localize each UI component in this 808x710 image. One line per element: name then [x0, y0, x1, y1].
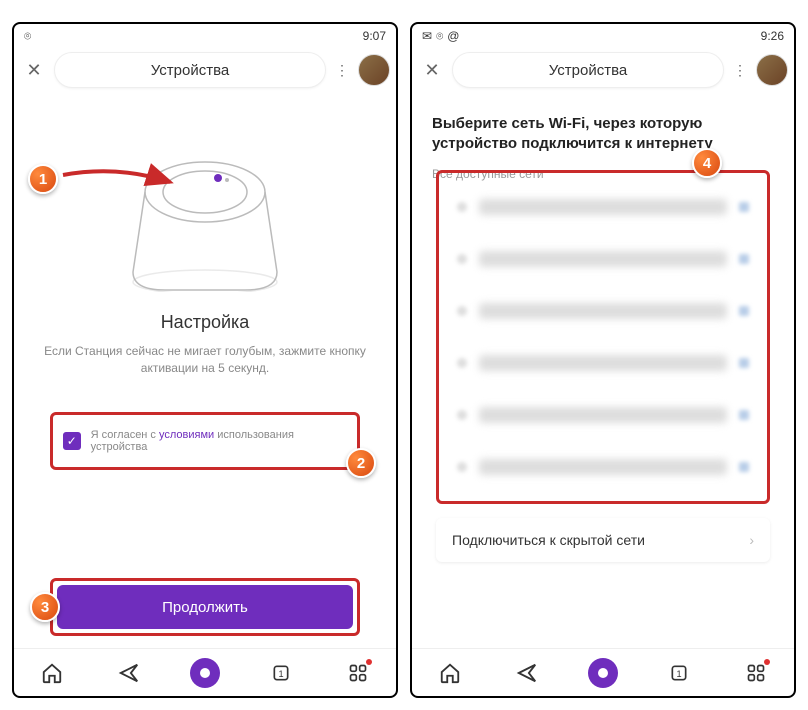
wifi-network-row[interactable]	[439, 337, 767, 389]
lock-icon	[739, 202, 749, 212]
hidden-network-label: Подключиться к скрытой сети	[452, 532, 645, 548]
lock-icon	[739, 254, 749, 264]
lock-icon	[739, 306, 749, 316]
statusbar-time: 9:26	[761, 29, 784, 43]
statusbar-time: 9:07	[363, 29, 386, 43]
wifi-heading: Выберите сеть Wi-Fi, через которую устро…	[432, 106, 774, 161]
arrow-icon	[58, 160, 178, 200]
wifi-network-row[interactable]	[439, 181, 767, 233]
header: ✕ Устройства ⋮	[14, 48, 396, 92]
continue-button[interactable]: Продолжить	[57, 585, 353, 629]
nav-services[interactable]	[740, 657, 772, 689]
whatsapp-icon: ⌾	[24, 29, 31, 44]
avatar[interactable]	[756, 54, 788, 86]
nav-alice[interactable]	[189, 657, 221, 689]
page-title: Устройства	[54, 52, 326, 88]
wifi-network-row[interactable]	[439, 441, 767, 493]
navbar: 1	[412, 648, 794, 696]
nav-services[interactable]	[342, 657, 374, 689]
nav-home[interactable]	[434, 657, 466, 689]
screen-setup: ⌾ 9:07 ✕ Устройства ⋮ Настройка Если Ста…	[12, 22, 398, 698]
wifi-network-row[interactable]	[439, 285, 767, 337]
mail-icon: ✉	[422, 29, 432, 43]
lock-icon	[739, 358, 749, 368]
notification-dot-icon	[366, 659, 372, 665]
nav-send[interactable]	[511, 657, 543, 689]
screen-wifi: ✉ ⌾ @ 9:26 ✕ Устройства ⋮ Выберите сеть Wi…	[410, 22, 796, 698]
chevron-right-icon: ›	[749, 532, 754, 548]
svg-text:1: 1	[677, 669, 682, 679]
terms-text: Я согласен с условиями использования уст…	[91, 429, 347, 453]
wifi-list	[436, 170, 770, 504]
close-icon[interactable]: ✕	[418, 56, 446, 84]
lock-icon	[739, 462, 749, 472]
hidden-network-button[interactable]: Подключиться к скрытой сети ›	[436, 518, 770, 562]
nav-send[interactable]	[113, 657, 145, 689]
header: ✕ Устройства ⋮	[412, 48, 794, 92]
statusbar: ✉ ⌾ @ 9:26	[412, 24, 794, 48]
at-icon: @	[447, 29, 459, 43]
nav-tabs[interactable]: 1	[663, 657, 695, 689]
callout-3: 3	[30, 592, 60, 622]
notification-dot-icon	[764, 659, 770, 665]
statusbar: ⌾ 9:07	[14, 24, 396, 48]
terms-agreement-row: ✓ Я согласен с условиями использования у…	[50, 412, 360, 470]
callout-1: 1	[28, 164, 58, 194]
whatsapp-icon: ⌾	[436, 29, 443, 44]
avatar[interactable]	[358, 54, 390, 86]
nav-home[interactable]	[36, 657, 68, 689]
lock-icon	[739, 410, 749, 420]
nav-tabs[interactable]: 1	[265, 657, 297, 689]
svg-text:1: 1	[279, 669, 284, 679]
terms-link[interactable]: условиями	[159, 429, 214, 441]
navbar: 1	[14, 648, 396, 696]
callout-4: 4	[692, 148, 722, 178]
terms-checkbox[interactable]: ✓	[63, 432, 81, 450]
callout-2: 2	[346, 448, 376, 478]
nav-alice[interactable]	[587, 657, 619, 689]
continue-highlight: Продолжить	[50, 578, 360, 636]
wifi-network-row[interactable]	[439, 233, 767, 285]
setup-description: Если Станция сейчас не мигает голубым, з…	[14, 343, 396, 377]
close-icon[interactable]: ✕	[20, 56, 48, 84]
more-icon[interactable]: ⋮	[332, 62, 352, 79]
wifi-network-row[interactable]	[439, 389, 767, 441]
more-icon[interactable]: ⋮	[730, 62, 750, 79]
page-title: Устройства	[452, 52, 724, 88]
setup-title: Настройка	[14, 312, 396, 333]
